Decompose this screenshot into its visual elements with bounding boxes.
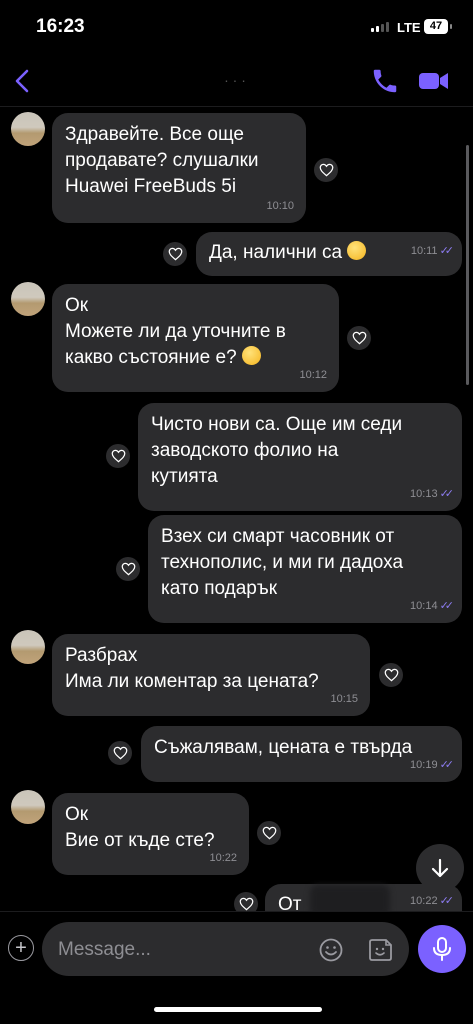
scrollbar[interactable] <box>466 145 469 385</box>
incoming-message-bubble[interactable]: Разбрах Има ли коментар за цената? 10:15 <box>52 634 370 716</box>
message-time: 10:22 <box>410 895 438 907</box>
heart-icon[interactable] <box>116 557 140 581</box>
message-line: продавате? слушалки <box>65 150 259 171</box>
message-line: като подарък <box>161 578 278 599</box>
avatar[interactable] <box>11 630 45 664</box>
battery-indicator: 47 <box>424 19 452 34</box>
message-line: Има ли коментар за цената? <box>65 671 319 692</box>
message-line: Съжалявам, цената е твърда <box>154 737 413 758</box>
heart-icon[interactable] <box>108 741 132 765</box>
scroll-to-bottom-button[interactable] <box>416 844 464 892</box>
heart-icon[interactable] <box>257 821 281 845</box>
read-receipt-icon: ✓✓ <box>439 245 455 257</box>
message-line: Разбрах <box>65 645 138 666</box>
heart-icon[interactable] <box>314 158 338 182</box>
sticker-icon[interactable] <box>366 937 394 963</box>
heart-icon[interactable] <box>379 663 403 687</box>
chat-title[interactable]: · · · <box>160 72 310 88</box>
header-divider <box>0 106 473 107</box>
video-camera-icon[interactable] <box>416 66 452 96</box>
microphone-icon <box>433 937 451 961</box>
incoming-message-bubble[interactable]: Ок Можете ли да уточните в какво състоян… <box>52 284 339 392</box>
message-line: заводското фолио на <box>151 440 339 461</box>
message-time: 10:13 <box>410 488 438 500</box>
message-time: 10:15 <box>330 693 358 705</box>
message-line: Можете ли да уточните в <box>65 321 286 342</box>
back-chevron-icon[interactable] <box>8 66 38 96</box>
composer-divider <box>0 911 473 912</box>
read-receipt-icon: ✓✓ <box>439 759 455 771</box>
voice-message-button[interactable] <box>418 925 466 973</box>
read-receipt-icon: ✓✓ <box>439 600 455 612</box>
home-indicator[interactable] <box>154 1007 322 1012</box>
outgoing-message-bubble[interactable]: Съжалявам, цената е твърда 10:19 ✓✓ <box>141 726 462 782</box>
message-line: кутията <box>151 466 218 487</box>
avatar[interactable] <box>11 282 45 316</box>
message-time: 10:11 <box>410 245 438 257</box>
message-input[interactable] <box>56 936 300 964</box>
phone-icon[interactable] <box>370 66 400 96</box>
message-time: 10:10 <box>266 200 294 212</box>
plus-icon[interactable]: + <box>8 935 34 961</box>
message-line: Ок <box>65 295 89 316</box>
message-input-container[interactable] <box>42 922 409 976</box>
smiling-emoji-icon <box>347 241 367 260</box>
outgoing-message-bubble[interactable]: Чисто нови са. Още им седи заводското фо… <box>138 403 462 511</box>
read-receipt-icon: ✓✓ <box>439 895 455 907</box>
status-time: 16:23 <box>36 16 85 37</box>
heart-icon[interactable] <box>347 326 371 350</box>
network-type: LTE <box>397 20 421 35</box>
outgoing-message-bubble[interactable]: Да, налични са 10:11 ✓✓ <box>196 232 462 276</box>
heart-icon[interactable] <box>106 444 130 468</box>
grimacing-emoji-icon <box>241 346 261 365</box>
incoming-message-bubble[interactable]: Ок Вие от къде сте? 10:22 <box>52 793 249 875</box>
message-line: технополис, и ми ги дадоха <box>161 552 404 573</box>
message-time: 10:19 <box>410 759 438 771</box>
message-line: Здравейте. Все още <box>65 124 244 145</box>
arrow-down-icon <box>431 858 449 878</box>
incoming-message-bubble[interactable]: Здравейте. Все още продавате? слушалки H… <box>52 113 306 223</box>
outgoing-message-bubble[interactable]: Взех си смарт часовник от технополис, и … <box>148 515 462 623</box>
signal-strength-icon <box>371 22 389 32</box>
message-line: Huawei FreeBuds 5i <box>65 176 237 197</box>
message-line: Взех си смарт часовник от <box>161 526 395 547</box>
message-line: Чисто нови са. Още им седи <box>151 414 403 435</box>
message-time: 10:14 <box>410 600 438 612</box>
message-line: Да, налични са <box>209 242 343 263</box>
message-time: 10:22 <box>209 852 237 864</box>
avatar[interactable] <box>11 790 45 824</box>
message-line: Ок <box>65 804 89 825</box>
read-receipt-icon: ✓✓ <box>439 488 455 500</box>
heart-icon[interactable] <box>163 242 187 266</box>
smiley-icon[interactable] <box>318 937 344 963</box>
avatar[interactable] <box>11 112 45 146</box>
message-line: какво състояние е? <box>65 347 237 368</box>
message-time: 10:12 <box>299 369 327 381</box>
